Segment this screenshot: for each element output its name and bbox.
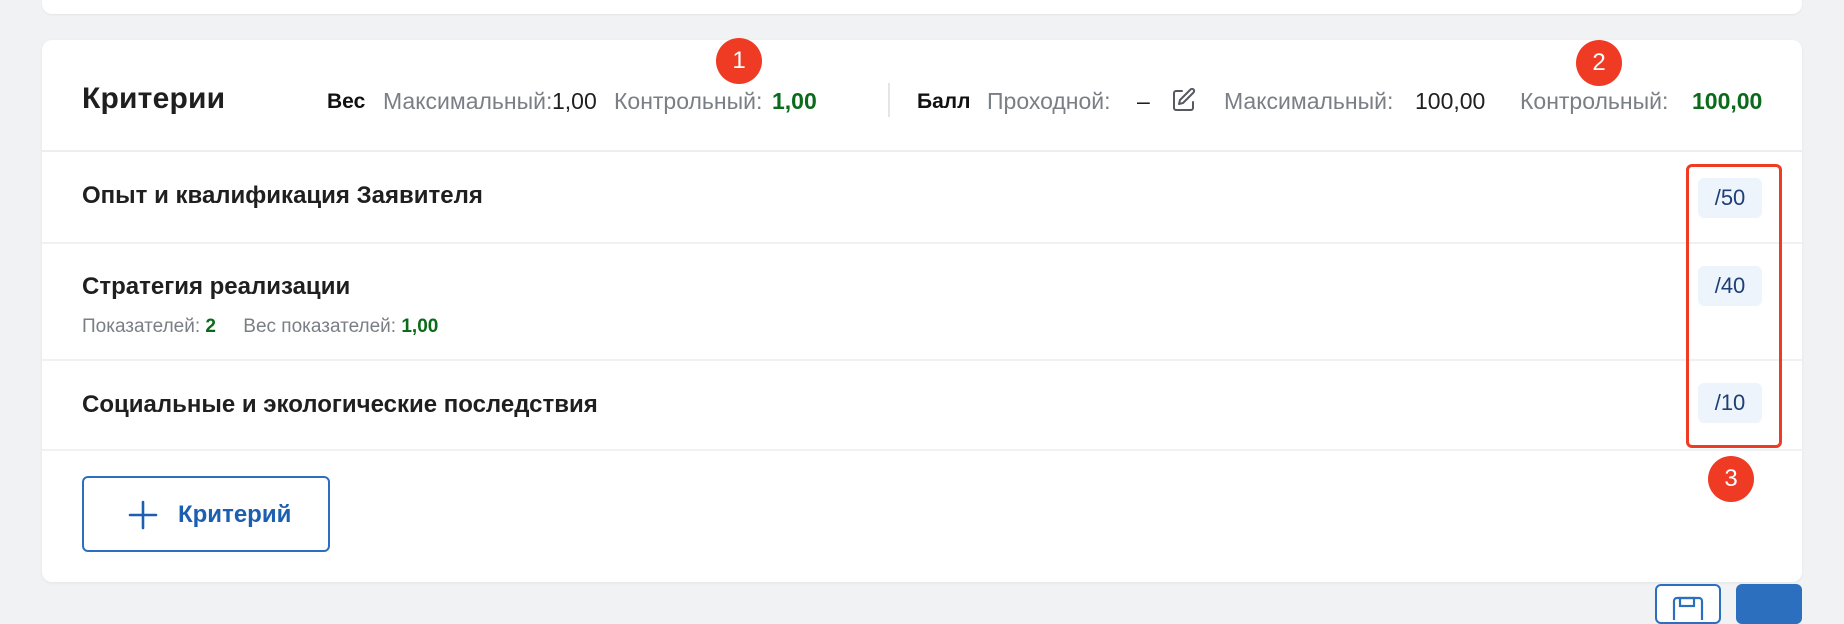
score-group-label: Балл bbox=[917, 90, 971, 113]
score-passing-label: Проходной: bbox=[987, 88, 1111, 114]
weight-control-label: Контрольный: bbox=[614, 88, 763, 114]
criterion-indicators-info: Показателей: 2 Вес показателей: 1,00 bbox=[82, 316, 438, 338]
weight-control-value: 1,00 bbox=[772, 88, 817, 114]
metrics-divider bbox=[888, 83, 890, 117]
criterion-row[interactable]: Стратегия реализации Показателей: 2 Вес … bbox=[42, 244, 1802, 361]
criterion-title: Опыт и квалификация Заявителя bbox=[82, 182, 483, 209]
score-control-value: 100,00 bbox=[1692, 88, 1763, 114]
score-max-label: Максимальный: bbox=[1224, 88, 1394, 114]
annotation-marker-1: 1 bbox=[716, 38, 762, 84]
previous-section-card bbox=[42, 0, 1802, 14]
indicators-count-value: 2 bbox=[205, 316, 216, 337]
annotation-marker-3: 3 bbox=[1708, 456, 1754, 502]
weight-max-value: 1,00 bbox=[552, 88, 597, 114]
weight-group-label: Вес bbox=[327, 90, 366, 113]
annotation-highlight-box bbox=[1686, 164, 1782, 448]
annotation-marker-2: 2 bbox=[1576, 40, 1622, 86]
criterion-row[interactable]: Социальные и экологические последствия /… bbox=[42, 361, 1802, 451]
weight-max-label: Максимальный: bbox=[383, 88, 553, 114]
save-button[interactable] bbox=[1655, 584, 1721, 624]
save-icon bbox=[1672, 596, 1704, 620]
criterion-row[interactable]: Опыт и квалификация Заявителя /50 bbox=[42, 152, 1802, 244]
criterion-title: Социальные и экологические последствия bbox=[82, 391, 598, 418]
add-criterion-button[interactable]: Критерий bbox=[82, 476, 330, 552]
score-control-label: Контрольный: bbox=[1520, 88, 1669, 114]
criterion-title: Стратегия реализации bbox=[82, 273, 351, 300]
primary-action-button[interactable] bbox=[1736, 584, 1802, 624]
score-passing-value: – bbox=[1137, 88, 1150, 114]
edit-icon[interactable] bbox=[1170, 86, 1198, 114]
indicators-weight-label: Вес показателей: bbox=[243, 316, 397, 337]
criteria-metrics: Вес Максимальный: 1,00 Контрольный: 1,00… bbox=[42, 88, 1802, 118]
criteria-card: Критерии Вес Максимальный: 1,00 Контроль… bbox=[42, 40, 1802, 582]
indicators-count-label: Показателей: bbox=[82, 316, 201, 337]
score-max-value: 100,00 bbox=[1415, 88, 1486, 114]
criteria-header: Критерии Вес Максимальный: 1,00 Контроль… bbox=[42, 40, 1802, 152]
add-criterion-label: Критерий bbox=[178, 501, 292, 528]
plus-icon bbox=[128, 500, 158, 530]
indicators-weight-value: 1,00 bbox=[401, 316, 439, 337]
